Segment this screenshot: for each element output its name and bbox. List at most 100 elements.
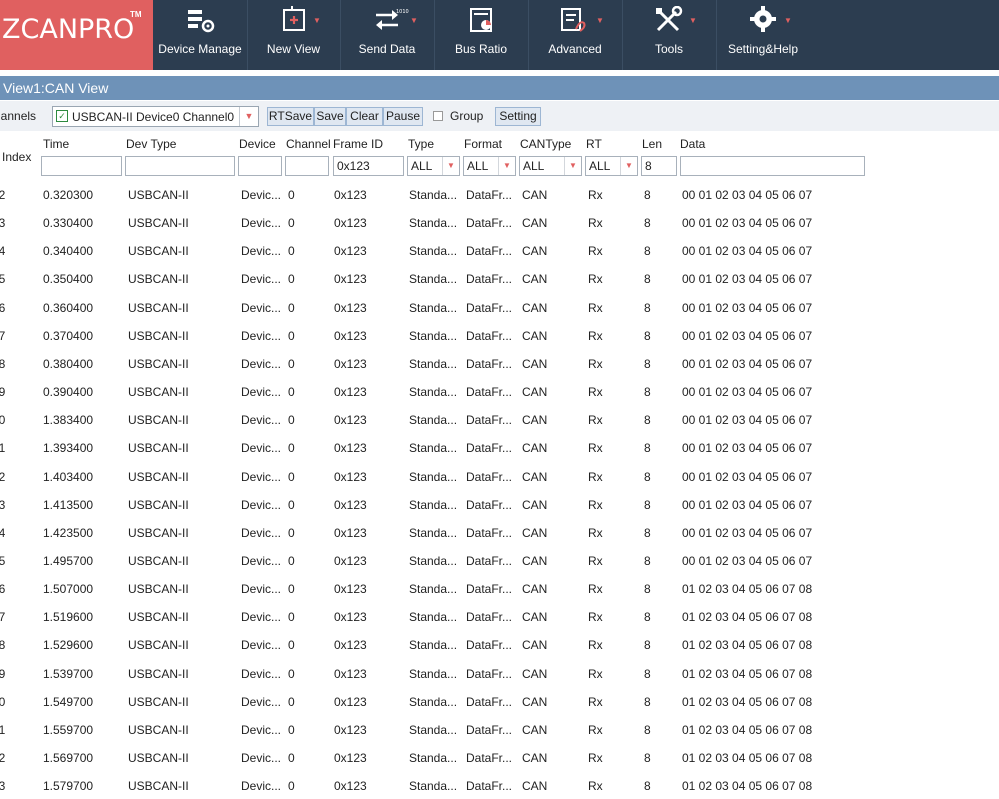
cell-channel: 0 [288, 413, 295, 428]
column-header-channel[interactable]: Channel [286, 137, 331, 151]
table-row[interactable]: 39 0.390400 USBCAN-II Devic... 0 0x123 Standa.… [0, 377, 999, 405]
cell-device: Devic... [241, 216, 282, 231]
cell-len: 8 [644, 413, 651, 428]
table-row[interactable]: 35 0.350400 USBCAN-II Devic... 0 0x123 Standa.… [0, 264, 999, 292]
rtsave-button[interactable]: RTSave [267, 107, 314, 126]
filter-data[interactable] [680, 156, 865, 176]
column-header-cantype[interactable]: CANType [520, 137, 571, 151]
table-row[interactable]: 38 0.380400 USBCAN-II Devic... 0 0x123 Standa.… [0, 349, 999, 377]
setting-help-button[interactable]: ▼ Setting&Help [716, 0, 810, 70]
setting-button[interactable]: Setting [495, 107, 541, 126]
table-row[interactable]: 51 1.559700 USBCAN-II Devic... 0 0x123 Standa.… [0, 715, 999, 743]
cell-format: DataFr... [466, 272, 513, 287]
table-row[interactable]: 44 1.423500 USBCAN-II Devic... 0 0x123 Standa.… [0, 518, 999, 546]
cell-rt: Rx [588, 666, 603, 681]
tools-button[interactable]: ▼ Tools [622, 0, 717, 70]
cell-cantype: CAN [522, 666, 548, 681]
cell-cantype: CAN [522, 356, 548, 371]
cell-len: 8 [644, 497, 651, 512]
table-row[interactable]: 34 0.340400 USBCAN-II Devic... 0 0x123 Standa.… [0, 236, 999, 264]
cell-channel: 0 [288, 244, 295, 259]
table-row[interactable]: 48 1.529600 USBCAN-II Devic... 0 0x123 Standa.… [0, 630, 999, 658]
view-title-bar: View1:CAN View [0, 76, 999, 100]
cell-data: 01 02 03 04 05 06 07 08 [682, 722, 813, 737]
cell-format: DataFr... [466, 469, 513, 484]
filter-rt-value: ALL [589, 159, 611, 173]
table-row[interactable]: 49 1.539700 USBCAN-II Devic... 0 0x123 Standa.… [0, 659, 999, 687]
table-row[interactable]: 41 1.393400 USBCAN-II Devic... 0 0x123 Standa.… [0, 433, 999, 461]
advanced-button[interactable]: ▼ Advanced [528, 0, 623, 70]
table-row[interactable]: 43 1.413500 USBCAN-II Devic... 0 0x123 Standa.… [0, 490, 999, 518]
chevron-down-icon[interactable]: ▼ [498, 157, 515, 175]
new-view-button[interactable]: ▼ New View [247, 0, 341, 70]
cell-channel: 0 [288, 328, 295, 343]
table-row[interactable]: 46 1.507000 USBCAN-II Devic... 0 0x123 Standa.… [0, 574, 999, 602]
table-row[interactable]: 36 0.360400 USBCAN-II Devic... 0 0x123 Standa.… [0, 293, 999, 321]
cell-index: 35 [0, 272, 6, 287]
table-row[interactable]: 53 1.579700 USBCAN-II Devic... 0 0x123 Standa.… [0, 771, 999, 799]
column-header-type[interactable]: Type [408, 137, 434, 151]
filter-type-select[interactable]: ALL ▼ [407, 156, 460, 176]
table-row[interactable]: 47 1.519600 USBCAN-II Devic... 0 0x123 Standa.… [0, 602, 999, 630]
device-manage-button[interactable]: Device Manage [153, 0, 248, 70]
chevron-down-icon[interactable]: ▼ [442, 157, 459, 175]
cell-frame-id: 0x123 [334, 779, 367, 794]
table-row[interactable]: 42 1.403400 USBCAN-II Devic... 0 0x123 Standa.… [0, 462, 999, 490]
column-header-data[interactable]: Data [680, 137, 705, 151]
cell-rt: Rx [588, 356, 603, 371]
pause-button[interactable]: Pause [383, 107, 423, 126]
column-header-len[interactable]: Len [642, 137, 662, 151]
bus-ratio-button[interactable]: Bus Ratio [434, 0, 529, 70]
channel-checkbox[interactable]: ✓ [56, 110, 68, 122]
save-button[interactable]: Save [314, 107, 346, 126]
filter-frame-id[interactable]: 0x123 [333, 156, 404, 176]
filter-len[interactable]: 8 [641, 156, 677, 176]
clear-button[interactable]: Clear [346, 107, 383, 126]
cell-cantype: CAN [522, 385, 548, 400]
cell-len: 8 [644, 328, 651, 343]
cell-type: Standa... [409, 638, 458, 653]
chevron-down-icon[interactable]: ▼ [564, 157, 581, 175]
table-row[interactable]: 52 1.569700 USBCAN-II Devic... 0 0x123 Standa.… [0, 743, 999, 771]
filter-time[interactable] [41, 156, 122, 176]
cell-data: 00 01 02 03 04 05 06 07 [682, 469, 813, 484]
cell-rt: Rx [588, 272, 603, 287]
chevron-down-icon[interactable]: ▼ [620, 157, 637, 175]
cell-dev-type: USBCAN-II [128, 638, 189, 653]
send-data-button[interactable]: 1010 ▼ Send Data [340, 0, 435, 70]
cell-time: 1.539700 [43, 666, 94, 681]
column-header-format[interactable]: Format [464, 137, 502, 151]
cell-cantype: CAN [522, 216, 548, 231]
column-header-time[interactable]: Time [43, 137, 69, 151]
filter-dev-type[interactable] [125, 156, 235, 176]
cell-rt: Rx [588, 188, 603, 202]
column-header-rt[interactable]: RT [586, 137, 602, 151]
cell-dev-type: USBCAN-II [128, 356, 189, 371]
filter-device[interactable] [238, 156, 282, 176]
filter-cantype-select[interactable]: ALL ▼ [519, 156, 582, 176]
table-row[interactable]: 45 1.495700 USBCAN-II Devic... 0 0x123 Standa.… [0, 546, 999, 574]
chevron-down-icon[interactable]: ▼ [239, 107, 258, 126]
group-checkbox[interactable] [433, 111, 443, 121]
cell-time: 1.383400 [43, 413, 94, 428]
table-row[interactable]: 37 0.370400 USBCAN-II Devic... 0 0x123 Standa.… [0, 321, 999, 349]
cell-channel: 0 [288, 272, 295, 287]
cell-index: 33 [0, 216, 6, 231]
cell-rt: Rx [588, 413, 603, 428]
column-header-device[interactable]: Device [239, 137, 276, 151]
filter-channel[interactable] [285, 156, 329, 176]
channel-select[interactable]: ✓ USBCAN-II Device0 Channel0 ▼ [52, 106, 259, 127]
cell-len: 8 [644, 188, 651, 202]
cell-data: 00 01 02 03 04 05 06 07 [682, 216, 813, 231]
table-row[interactable]: 32 0.320300 USBCAN-II Devic... 0 0x123 Standa.… [0, 180, 999, 208]
filter-format-select[interactable]: ALL ▼ [463, 156, 516, 176]
filter-rt-select[interactable]: ALL ▼ [585, 156, 638, 176]
cell-dev-type: USBCAN-II [128, 413, 189, 428]
column-header-frame-id[interactable]: Frame ID [333, 137, 383, 151]
table-row[interactable]: 50 1.549700 USBCAN-II Devic... 0 0x123 Standa.… [0, 687, 999, 715]
column-header-index[interactable]: Index [2, 150, 31, 164]
table-row[interactable]: 40 1.383400 USBCAN-II Devic... 0 0x123 Standa.… [0, 405, 999, 433]
column-header-dev-type[interactable]: Dev Type [126, 137, 176, 151]
cell-data: 00 01 02 03 04 05 06 07 [682, 244, 813, 259]
table-row[interactable]: 33 0.330400 USBCAN-II Devic... 0 0x123 Standa.… [0, 208, 999, 236]
